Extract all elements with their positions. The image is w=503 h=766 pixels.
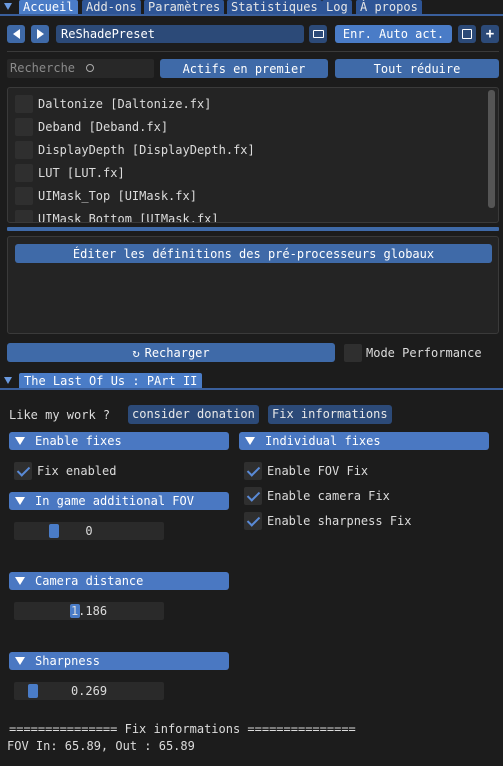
top-tab-bar: Accueil Add-ons Paramètres Statistiques … bbox=[0, 0, 503, 14]
camera-distance-value: 1.186 bbox=[70, 604, 108, 618]
next-preset-button[interactable] bbox=[31, 25, 49, 43]
list-item[interactable]: UIMask_Bottom [UIMask.fx] bbox=[15, 210, 219, 223]
sharpness-header[interactable]: Sharpness bbox=[9, 652, 229, 670]
effect-checkbox[interactable] bbox=[15, 210, 33, 222]
fov-info-text: FOV In: 65.89, Out : 65.89 bbox=[7, 739, 195, 753]
chevron-down-icon bbox=[15, 437, 25, 445]
list-item[interactable]: Daltonize [Daltonize.fx] bbox=[15, 95, 211, 113]
sharpness-label: Sharpness bbox=[35, 654, 101, 668]
performance-mode-toggle[interactable]: Mode Performance bbox=[344, 343, 482, 362]
preprocessor-panel: Éditer les définitions des pré-processeu… bbox=[7, 236, 499, 334]
fov-header-label: In game additional FOV bbox=[35, 494, 194, 508]
tab-parametres[interactable]: Paramètres bbox=[144, 0, 225, 14]
chevron-down-icon bbox=[15, 577, 25, 585]
collapse-all-button[interactable]: Tout réduire bbox=[335, 59, 499, 78]
addon-title: The Last Of Us : PArt II bbox=[24, 374, 198, 388]
list-item[interactable]: LUT [LUT.fx] bbox=[15, 164, 125, 182]
edit-preprocessor-button[interactable]: Éditer les définitions des pré-processeu… bbox=[15, 244, 492, 263]
sharpness-fix-checkbox[interactable] bbox=[244, 512, 262, 530]
fix-informations-button[interactable]: Fix informations bbox=[268, 405, 392, 424]
effect-label: UIMask_Bottom [UIMask.fx] bbox=[38, 212, 219, 223]
effect-label: LUT [LUT.fx] bbox=[38, 166, 125, 180]
list-item[interactable]: UIMask_Top [UIMask.fx] bbox=[15, 187, 197, 205]
performance-mode-checkbox[interactable] bbox=[344, 343, 362, 362]
donation-button[interactable]: consider donation bbox=[128, 405, 259, 424]
individual-fixes-label: Individual fixes bbox=[265, 434, 381, 448]
fov-value: 0 bbox=[85, 524, 93, 538]
arrow-right-icon bbox=[36, 29, 44, 39]
save-icon bbox=[462, 29, 472, 39]
browse-preset-button[interactable] bbox=[309, 25, 327, 43]
addon-tab-underline bbox=[0, 388, 503, 390]
splitter[interactable] bbox=[7, 227, 499, 231]
effect-label: Deband [Deband.fx] bbox=[38, 120, 169, 134]
arrow-left-icon bbox=[12, 29, 20, 39]
prev-preset-button[interactable] bbox=[7, 25, 25, 43]
sharpness-slider[interactable]: 0.269 bbox=[14, 682, 164, 700]
sharpness-fix-toggle[interactable]: Enable sharpness Fix bbox=[244, 512, 412, 530]
camera-distance-header[interactable]: Camera distance bbox=[9, 572, 229, 590]
enable-fixes-header[interactable]: Enable fixes bbox=[9, 432, 229, 450]
addon-header-bar: The Last Of Us : PArt II bbox=[0, 371, 503, 390]
reload-icon: ↻ bbox=[132, 345, 140, 360]
reload-button[interactable]: ↻ Recharger bbox=[7, 343, 335, 362]
enable-fixes-label: Enable fixes bbox=[35, 434, 122, 448]
tab-a-propos[interactable]: À propos bbox=[356, 0, 422, 14]
camera-distance-slider[interactable]: 1.186 bbox=[14, 602, 164, 620]
menu-collapse-icon[interactable] bbox=[4, 3, 12, 10]
effect-label: UIMask_Top [UIMask.fx] bbox=[38, 189, 197, 203]
fix-info-separator: =============== Fix informations =======… bbox=[9, 722, 356, 736]
effects-list: Daltonize [Daltonize.fx] Deband [Deband.… bbox=[7, 87, 499, 223]
plus-icon: + bbox=[485, 26, 495, 42]
preset-name-text: ReShadePreset bbox=[61, 27, 155, 41]
like-text: Like my work ? bbox=[9, 408, 111, 422]
effect-checkbox[interactable] bbox=[15, 141, 33, 159]
sharpness-value: 0.269 bbox=[70, 684, 108, 698]
fov-fix-checkbox[interactable] bbox=[244, 462, 262, 480]
effect-checkbox[interactable] bbox=[15, 95, 33, 113]
search-placeholder: Recherche bbox=[10, 61, 76, 75]
effect-label: Daltonize [Daltonize.fx] bbox=[38, 97, 212, 111]
add-preset-button[interactable]: + bbox=[481, 25, 499, 43]
reload-label: Recharger bbox=[144, 345, 210, 360]
tab-statistiques[interactable]: Statistiques bbox=[227, 0, 322, 14]
effect-checkbox[interactable] bbox=[15, 187, 33, 205]
chevron-down-icon bbox=[15, 497, 25, 505]
tab-accueil[interactable]: Accueil bbox=[19, 0, 78, 14]
fov-fix-label: Enable FOV Fix bbox=[267, 464, 369, 478]
addon-collapse-icon[interactable] bbox=[4, 377, 12, 384]
performance-mode-label: Mode Performance bbox=[366, 345, 482, 360]
fix-enabled-checkbox[interactable] bbox=[14, 462, 32, 480]
auto-save-button[interactable]: Enr. Auto act. bbox=[335, 25, 452, 43]
effect-checkbox[interactable] bbox=[15, 118, 33, 136]
separator bbox=[7, 51, 499, 52]
search-input[interactable]: Recherche bbox=[7, 59, 154, 78]
fix-enabled-label: Fix enabled bbox=[37, 464, 117, 478]
camera-fix-checkbox[interactable] bbox=[244, 487, 262, 505]
camera-fix-label: Enable camera Fix bbox=[267, 489, 390, 503]
sharpness-fix-label: Enable sharpness Fix bbox=[267, 514, 412, 528]
fov-fix-toggle[interactable]: Enable FOV Fix bbox=[244, 462, 368, 480]
fov-slider[interactable]: 0 bbox=[14, 522, 164, 540]
fov-header[interactable]: In game additional FOV bbox=[9, 492, 229, 510]
tab-log[interactable]: Log bbox=[322, 0, 352, 14]
folder-icon bbox=[312, 30, 324, 38]
save-preset-button[interactable] bbox=[458, 25, 476, 43]
camera-fix-toggle[interactable]: Enable camera Fix bbox=[244, 487, 390, 505]
camera-distance-label: Camera distance bbox=[35, 574, 144, 588]
chevron-down-icon bbox=[245, 437, 255, 445]
list-scrollbar-thumb[interactable] bbox=[488, 90, 495, 208]
preset-name-field[interactable]: ReShadePreset bbox=[56, 25, 304, 43]
list-item[interactable]: DisplayDepth [DisplayDepth.fx] bbox=[15, 141, 255, 159]
list-item[interactable]: Deband [Deband.fx] bbox=[15, 118, 168, 136]
individual-fixes-header[interactable]: Individual fixes bbox=[239, 432, 489, 450]
search-icon bbox=[86, 64, 95, 72]
fix-enabled-toggle[interactable]: Fix enabled bbox=[14, 462, 116, 480]
tab-add-ons[interactable]: Add-ons bbox=[82, 0, 141, 14]
chevron-down-icon bbox=[15, 657, 25, 665]
tab-underline bbox=[0, 14, 503, 16]
effect-checkbox[interactable] bbox=[15, 164, 33, 182]
effect-label: DisplayDepth [DisplayDepth.fx] bbox=[38, 143, 255, 157]
active-first-button[interactable]: Actifs en premier bbox=[160, 59, 328, 78]
